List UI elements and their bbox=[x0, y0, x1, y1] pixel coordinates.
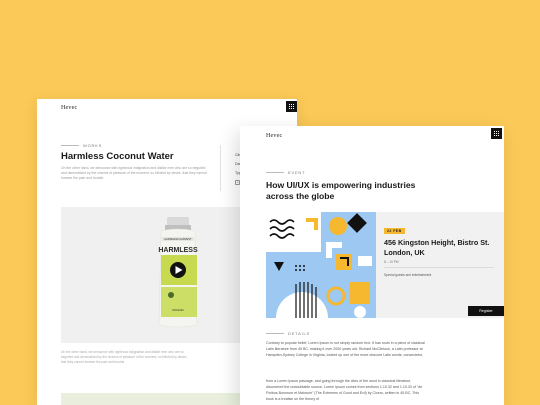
project-title: Harmless Coconut Water bbox=[61, 151, 174, 162]
event-date-badge: 22 FEB bbox=[384, 228, 405, 234]
bottle-brand-line: HARMLESS HARVEST bbox=[164, 237, 192, 241]
details-paragraph: from a Lorem Ipsum passage, and going th… bbox=[266, 379, 423, 401]
event-panel: 22 FEB 456 Kingston Height, Bistro St. L… bbox=[266, 212, 504, 318]
grid-menu-icon bbox=[494, 131, 499, 136]
event-page-card: Hevec EVENT How UI/UX is empowering indu… bbox=[240, 126, 504, 405]
site-logo[interactable]: Hevec bbox=[61, 105, 77, 111]
grid-menu-icon bbox=[289, 104, 294, 109]
image-caption: On the other hand, we denounce with righ… bbox=[61, 350, 188, 364]
vertical-divider bbox=[220, 145, 221, 191]
eyebrow-label: EVENT bbox=[288, 170, 306, 175]
bottle-big-text: HARMLESS bbox=[158, 247, 198, 254]
details-eyebrow: DETAILS bbox=[266, 331, 310, 336]
works-eyebrow: WORKS bbox=[61, 143, 102, 148]
site-logo[interactable]: Hevec bbox=[266, 133, 282, 139]
eyebrow-label: DETAILS bbox=[288, 331, 310, 336]
bottle-label-bottom: ORGANIC bbox=[172, 308, 184, 312]
event-divider bbox=[384, 267, 494, 268]
details-paragraph: Contrary to popular belief, Lorem Ipsum … bbox=[266, 341, 425, 357]
event-illustration bbox=[266, 212, 376, 318]
project-description: On the other hand, we denounce with righ… bbox=[61, 166, 207, 181]
register-button[interactable]: Register bbox=[468, 306, 504, 316]
event-time: 8 – 10 PM bbox=[384, 260, 399, 264]
menu-button[interactable] bbox=[491, 128, 502, 139]
event-address: 456 Kingston Height, Bistro St. London, … bbox=[384, 238, 490, 257]
eyebrow-line bbox=[266, 172, 284, 173]
eyebrow-label: WORKS bbox=[83, 143, 103, 148]
eyebrow-line bbox=[61, 145, 79, 146]
eyebrow-line bbox=[266, 333, 284, 334]
event-eyebrow: EVENT bbox=[266, 170, 305, 175]
menu-button[interactable] bbox=[286, 101, 297, 112]
event-title: How UI/UX is empowering industries acros… bbox=[266, 180, 416, 201]
event-speakers: Special guests and entertainment bbox=[384, 273, 432, 277]
